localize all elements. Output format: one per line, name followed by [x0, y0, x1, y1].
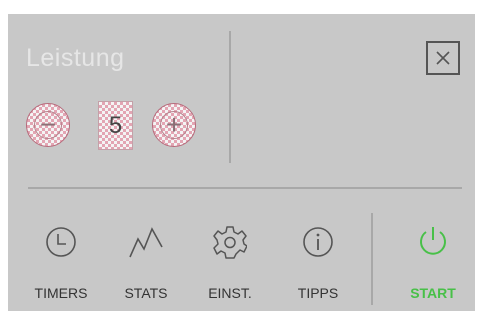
power-value-display: 5 — [98, 101, 133, 150]
nav-label-timers: TIMERS — [34, 285, 88, 301]
nav-label-tips: TIPPS — [297, 285, 339, 301]
nav-item-timers[interactable]: TIMERS — [26, 222, 96, 304]
nav-item-tips[interactable]: TIPPS — [283, 222, 353, 304]
close-icon — [436, 51, 450, 65]
nav-item-settings[interactable]: EINST. — [195, 222, 265, 304]
gear-icon — [195, 222, 265, 262]
start-label: START — [410, 285, 456, 301]
nav-label-settings: EINST. — [208, 285, 252, 301]
minus-symbol: − — [39, 109, 57, 140]
clock-icon — [26, 222, 96, 262]
graph-icon — [111, 222, 181, 262]
close-button[interactable] — [426, 41, 460, 75]
plus-symbol: + — [165, 109, 183, 140]
horizontal-divider — [28, 187, 462, 189]
power-value: 5 — [108, 111, 123, 139]
increase-power-button[interactable]: + — [152, 103, 196, 147]
vertical-divider-start — [371, 213, 373, 305]
nav-item-stats[interactable]: STATS — [111, 222, 181, 304]
nav-label-stats: STATS — [124, 285, 168, 301]
start-button[interactable]: START — [398, 222, 468, 304]
power-icon — [398, 222, 468, 262]
decrease-power-button[interactable]: − — [26, 103, 70, 147]
info-icon — [283, 222, 353, 262]
panel-title: Leistung — [26, 44, 125, 72]
vertical-divider — [229, 31, 231, 163]
